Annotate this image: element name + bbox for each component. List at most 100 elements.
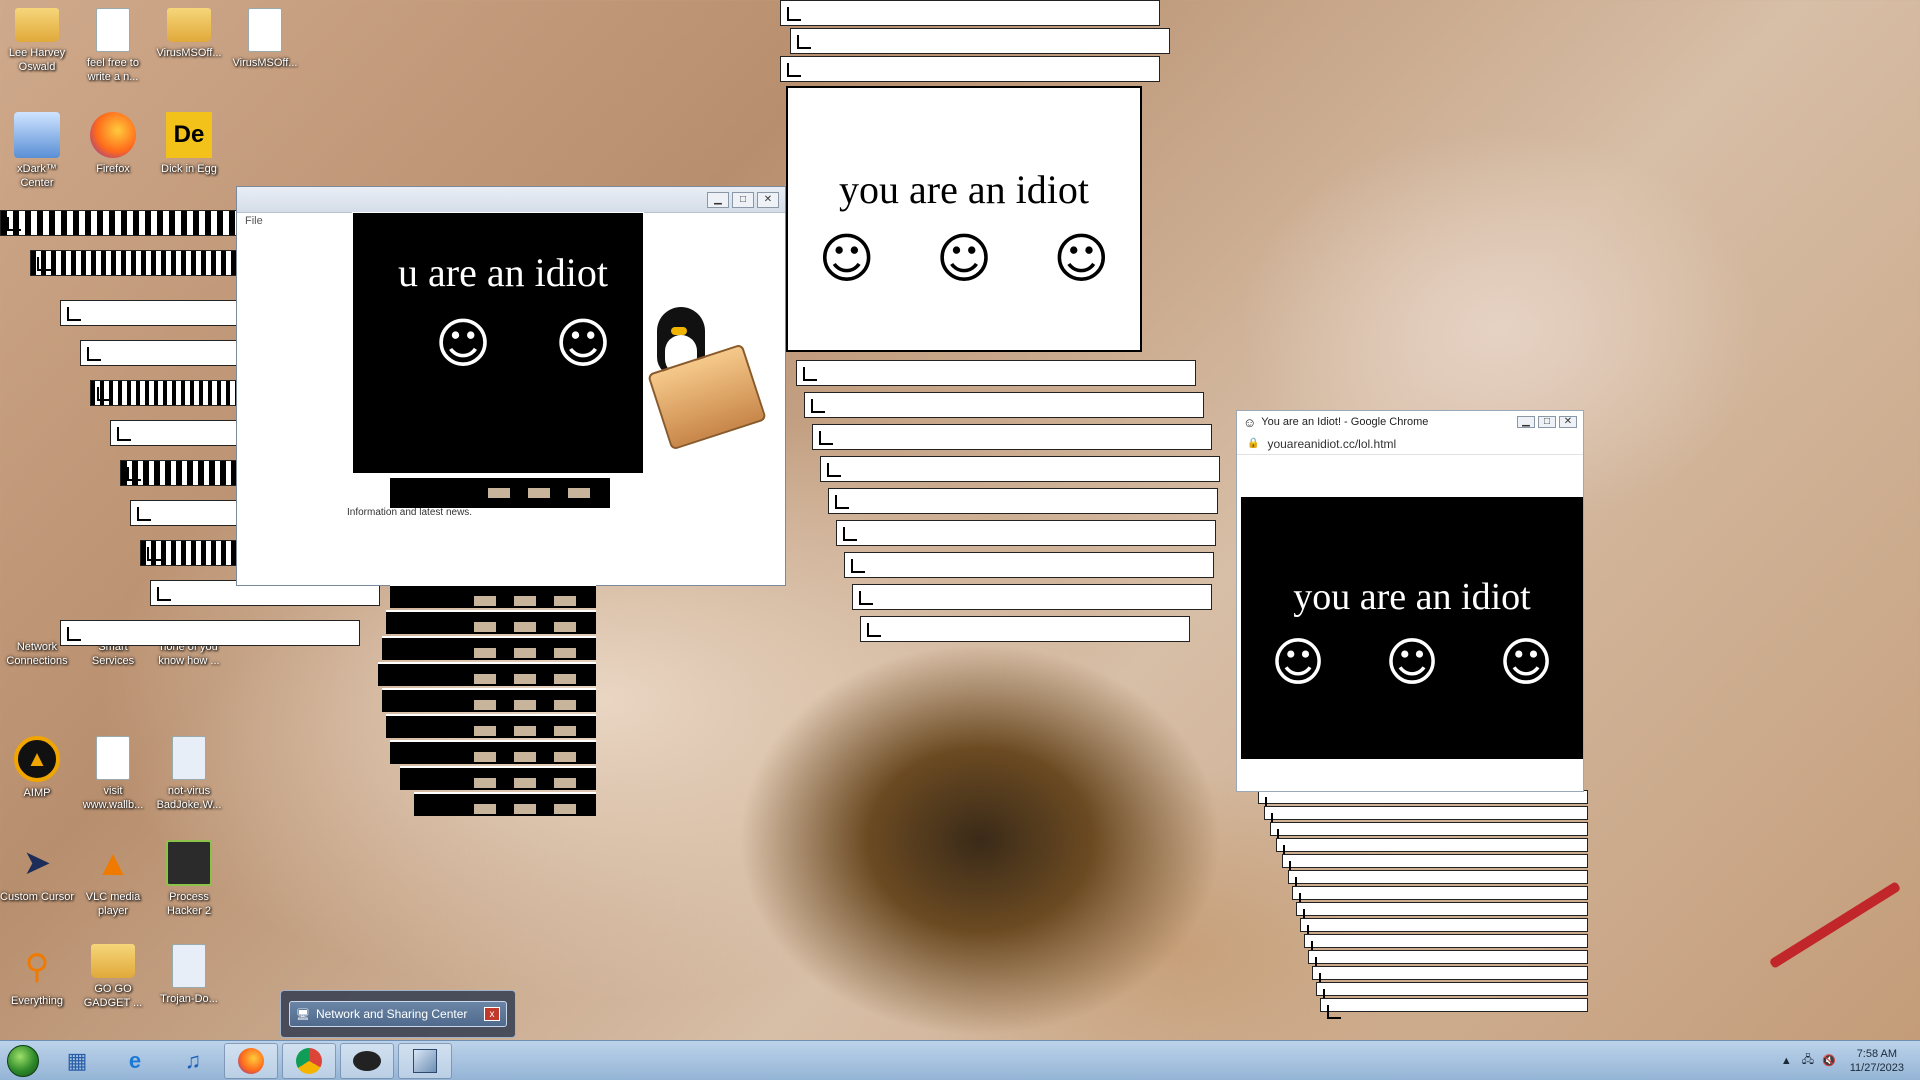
minimize-button[interactable]: ▁ [707,191,729,208]
desktop-icon-label: AIMP [23,787,51,799]
desktop-icon-label: visit www.wallb... [82,785,144,811]
maximize-button[interactable]: □ [1538,416,1556,428]
smiley-favicon-icon: ☺ [1243,414,1257,430]
taskbar-internet-explorer[interactable]: e [108,1043,162,1079]
desktop-icon-everything[interactable]: ⚲ Everything [0,944,74,1008]
chrome-title: You are an Idiot! - Google Chrome [1261,416,1429,428]
maximize-button[interactable]: □ [732,191,754,208]
taskbar-thumbnail-preview[interactable]: 🖥 Network and Sharing Center x [280,990,516,1038]
taskbar-chrome[interactable] [282,1042,336,1079]
taskbar-itunes[interactable]: ♫ [166,1043,220,1079]
desktop-icon-firefox[interactable]: Firefox [76,112,150,176]
folder-icon [167,8,211,42]
smiley-icon: ☺ [1270,633,1326,693]
document-icon [248,8,282,52]
app-icon [166,840,212,886]
taskbar-firefox[interactable] [224,1042,278,1079]
start-button[interactable] [0,1041,46,1080]
shell-icon [353,1050,381,1071]
desktop-icon-not-virus[interactable]: not-virus BadJoke.W... [152,736,226,812]
volume-muted-icon[interactable]: 🔇 [1822,1054,1836,1067]
taskbar-explorer[interactable]: ▦ [50,1043,104,1079]
firefox-icon [238,1047,264,1074]
show-hidden-icons-button[interactable]: ▲ [1781,1055,1792,1067]
smiley-icon: ☺ [1498,633,1554,693]
tooltip-label: Network and Sharing Center [315,1007,468,1021]
desktop-icon-label: not-virus BadJoke.W... [156,785,222,811]
desktop-icon-xdark-center[interactable]: xDark™ Center [0,112,74,190]
app-icon: De [166,112,212,158]
desktop-icon-feel-free[interactable]: feel free to write a n... [76,8,150,84]
desktop-icon-custom-cursor[interactable]: ➤ Custom Cursor [0,840,74,904]
desktop-icon-dick-in-egg[interactable]: De Dick in Egg [152,112,226,176]
network-sharing-center-item[interactable]: 🖥 Network and Sharing Center x [289,1001,507,1027]
clock-time: 7:58 AM [1856,1047,1898,1060]
window-trail-strip [390,476,650,508]
smiley-icon: ☺ [434,312,492,375]
app-icon [172,736,206,780]
desktop-icon-label: GO GO GADGET ... [83,983,143,1009]
desktop-icon-label: Custom Cursor [0,891,74,903]
idiot-text: you are an idiot [1293,576,1531,618]
search-icon: ⚲ [24,948,50,986]
window-trail-black [370,584,596,828]
chrome-icon [296,1047,322,1074]
idiot-window-black-left[interactable]: u are an idiot ☺ ☺ [352,212,644,474]
desktop-icon-visit-wallb[interactable]: visit www.wallb... [76,736,150,812]
smiley-icon: ☺ [935,227,993,290]
chrome-titlebar[interactable]: ☺ You are an Idiot! - Google Chrome ▁ □ … [1237,411,1583,433]
desktop-icon-label: VLC media player [85,891,141,917]
close-button[interactable]: x [484,1007,500,1021]
desktop-icon-process-hacker[interactable]: Process Hacker 2 [152,840,226,918]
computer-icon [14,112,60,158]
desktop-icon-aimp[interactable]: ▲ AIMP [0,736,74,800]
music-icon: ♫ [184,1047,202,1073]
desktop: Lee Harvey Oswald feel free to write a n… [0,0,1920,1040]
lock-icon: 🔒 [1247,438,1260,449]
idiot-window-white[interactable]: you are an idiot ☺ ☺ ☺ [786,86,1142,352]
folder-icon [91,944,135,978]
clock[interactable]: 7:58 AM 11/27/2023 [1850,1047,1904,1075]
desktop-icon-label: xDark™ Center [17,163,57,189]
desktop-icon-trojan-do[interactable]: Trojan-Do... [152,944,226,1006]
desktop-icon-label: Everything [11,995,63,1007]
desktop-icon-label: Trojan-Do... [160,993,218,1005]
chrome-window[interactable]: ☺ You are an Idiot! - Google Chrome ▁ □ … [1236,410,1584,792]
explorer-icon: ▦ [66,1047,88,1073]
close-button[interactable]: ✕ [757,191,779,208]
internet-explorer-icon: e [128,1047,142,1073]
taskbar: ▦ e ♫ ▲ 🖧 🔇 7:58 AM 11/27/2023 [0,1040,1920,1080]
desktop-icon-vlc[interactable]: ▲ VLC media player [76,840,150,918]
close-button[interactable]: ✕ [1559,416,1577,428]
desktop-icon-label: Dick in Egg [161,163,217,175]
desktop-icon-go-go-gadget[interactable]: GO GO GADGET ... [76,944,150,1010]
desktop-icon-label: VirusMSOff... [232,57,298,69]
desktop-icon-label: Process Hacker 2 [166,891,212,917]
document-icon [96,8,130,52]
window-trail-right [1208,790,1588,1040]
chrome-url: youareanidiot.cc/lol.html [1267,436,1397,451]
desktop-icon-lee-harvey-oswald[interactable]: Lee Harvey Oswald [0,8,74,74]
document-icon [96,736,130,780]
cursor-icon: ➤ [22,844,52,882]
taskbar-shell[interactable] [340,1042,394,1079]
minimize-button[interactable]: ▁ [1517,416,1535,428]
chrome-address-bar[interactable]: 🔒 youareanidiot.cc/lol.html [1237,433,1583,455]
idiot-window-black-chrome: you are an idiot ☺ ☺ ☺ [1241,497,1583,759]
network-tray-icon[interactable]: 🖧 [1802,1051,1814,1070]
background-window-titlebar[interactable]: ▁ □ ✕ [237,187,785,213]
system-tray: ▲ 🖧 🔇 7:58 AM 11/27/2023 [1781,1041,1920,1080]
windows-orb-icon [7,1044,39,1077]
box-icon [413,1048,437,1073]
desktop-icon-label: Firefox [96,163,130,175]
network-icon: 🖥 [296,1008,310,1021]
red-pen-decoration [1768,881,1902,969]
app-icon [172,944,206,988]
firefox-icon [90,112,136,158]
desktop-icon-label: VirusMSOff... [156,47,222,59]
desktop-icon-virusmsoff-folder[interactable]: VirusMSOff... [152,8,226,60]
smiley-icon: ☺ [554,312,612,375]
taskbar-box[interactable] [398,1042,452,1079]
idiot-text: you are an idiot [839,167,1089,212]
desktop-icon-virusmsoff-doc[interactable]: VirusMSOff... [228,8,302,70]
